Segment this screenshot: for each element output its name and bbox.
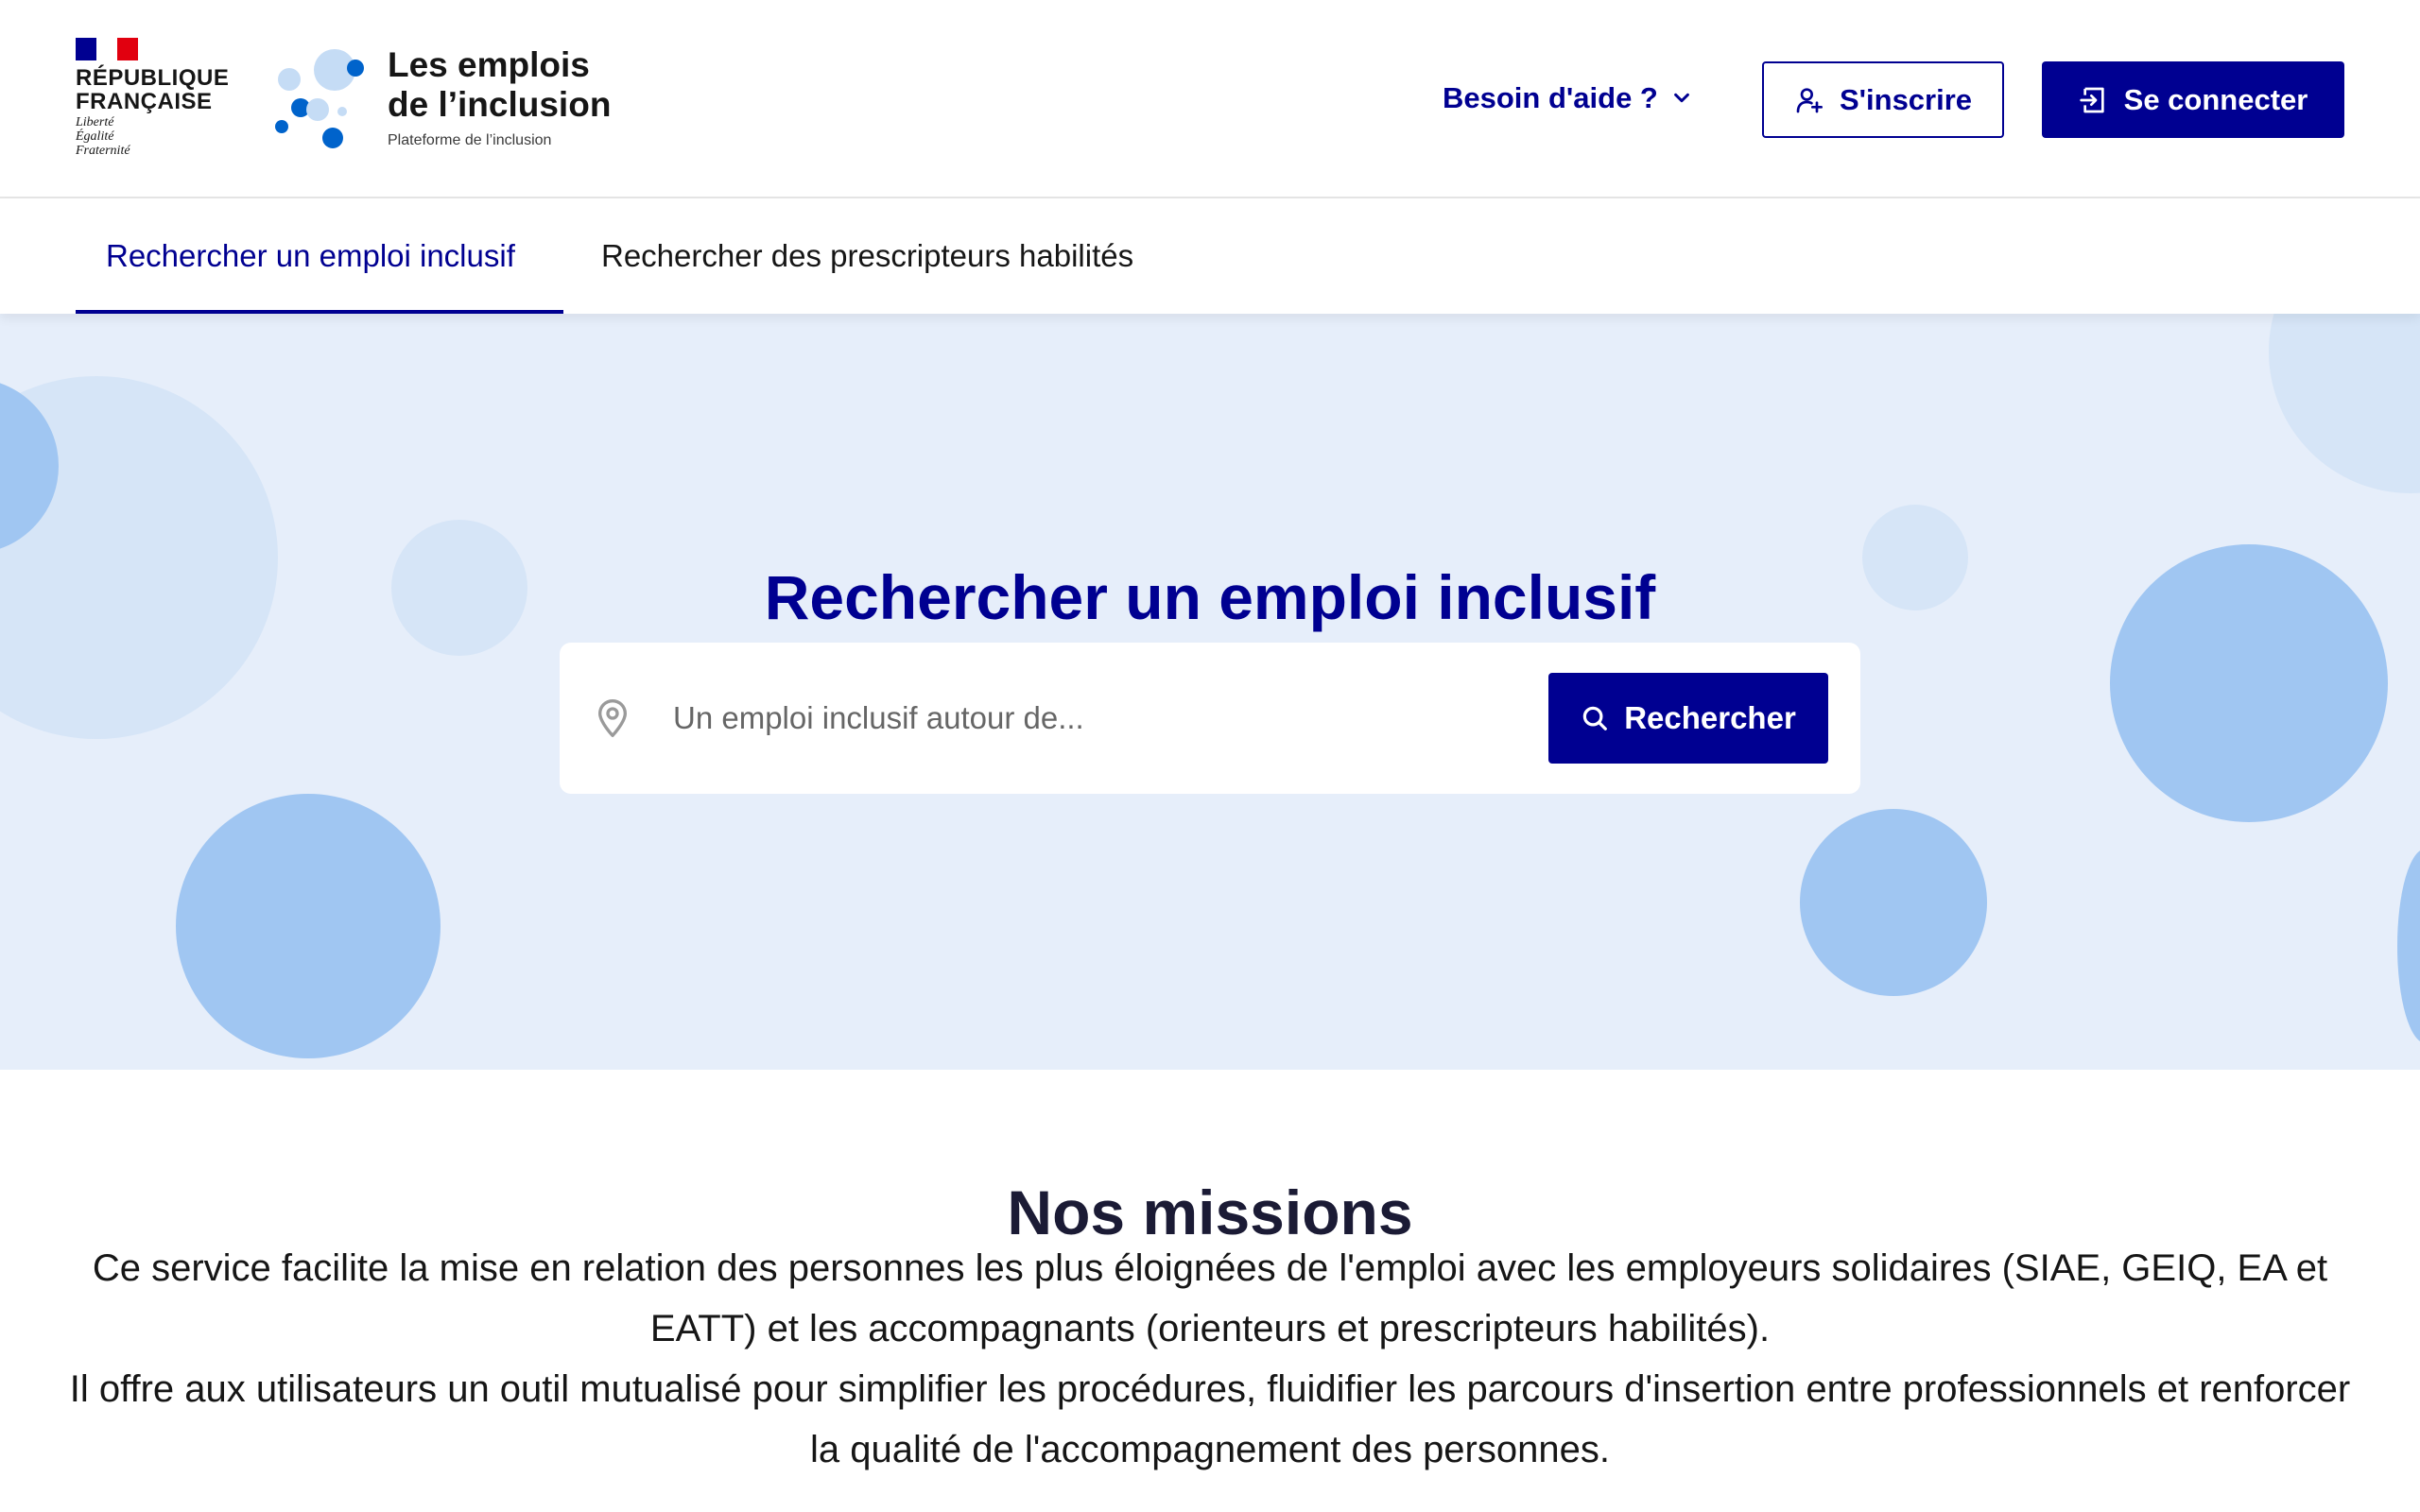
help-dropdown-button[interactable]: Besoin d'aide ? <box>1433 68 1702 129</box>
brand-title[interactable]: Les emplois de l’inclusion <box>388 45 633 125</box>
login-label: Se connecter <box>2123 82 2308 116</box>
republique-francaise-name: RÉPUBLIQUE FRANÇAISE <box>76 65 230 114</box>
location-search-input[interactable] <box>671 680 1503 756</box>
tab-search-prescribers[interactable]: Rechercher des prescripteurs habilités <box>601 198 1133 314</box>
help-label: Besoin d'aide ? <box>1443 81 1658 114</box>
search-tabs: Rechercher un emploi inclusif Rechercher… <box>0 198 2420 314</box>
missions-paragraph: Il offre aux utilisateurs un outil mutua… <box>69 1368 2351 1470</box>
signup-label: S'inscrire <box>1839 82 1973 116</box>
decorative-bubble <box>1800 809 1987 996</box>
login-button[interactable]: Se connecter <box>2042 61 2344 138</box>
brand-subtitle: Plateforme de l’inclusion <box>388 132 552 148</box>
search-icon <box>1582 706 1608 730</box>
chevron-down-icon <box>1673 93 1689 103</box>
hero-title: Rechercher un emploi inclusif <box>764 562 1656 633</box>
search-bar: Rechercher <box>560 643 1860 794</box>
search-button[interactable]: Rechercher <box>1548 673 1828 764</box>
login-icon <box>2079 87 2104 112</box>
republique-francaise-logo[interactable]: RÉPUBLIQUE FRANÇAISE Liberté Égalité Fra… <box>76 36 230 168</box>
map-pin-icon <box>598 699 627 737</box>
decorative-bubble <box>2397 849 2420 1043</box>
decorative-bubble <box>176 794 441 1058</box>
republique-motto: Liberté Égalité Fraternité <box>76 115 130 158</box>
site-header: RÉPUBLIQUE FRANÇAISE Liberté Égalité Fra… <box>0 0 2420 198</box>
missions-paragraph: Ce service facilite la mise en relation … <box>92 1247 2328 1349</box>
decorative-bubble <box>2269 314 2420 493</box>
hero-search-section: Rechercher un emploi inclusif Rechercher <box>0 314 2420 1070</box>
tab-search-jobs[interactable]: Rechercher un emploi inclusif <box>76 198 563 314</box>
user-add-icon <box>1796 87 1823 112</box>
french-flag-icon <box>76 38 138 60</box>
signup-button[interactable]: S'inscrire <box>1762 61 2004 138</box>
search-button-label: Rechercher <box>1624 700 1796 735</box>
missions-description: Ce service facilite la mise en relation … <box>57 1238 2363 1480</box>
emplois-inclusion-logo-icon[interactable] <box>272 47 376 151</box>
